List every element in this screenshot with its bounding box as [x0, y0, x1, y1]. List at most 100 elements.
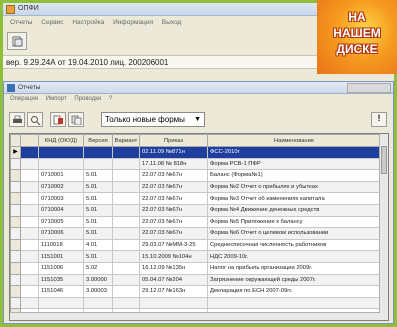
row-indicator[interactable]: [10, 157, 21, 171]
version-cell: 5.01: [83, 169, 113, 182]
row-indicator-header: [10, 134, 21, 147]
column-header-variant[interactable]: Вариант: [112, 134, 140, 147]
app-title: ОПФИ: [18, 5, 39, 12]
menu-postings[interactable]: Проводки: [74, 96, 101, 102]
table-row[interactable]: 0710004 5.01 22.07.03 №67н Форма №4 Движени…: [10, 203, 381, 217]
copy-icon: [71, 115, 82, 125]
variant-cell: [112, 273, 140, 287]
scrollbar-thumb[interactable]: [381, 146, 387, 174]
row-indicator[interactable]: [10, 169, 21, 182]
row-indicator[interactable]: [10, 273, 21, 287]
table-row[interactable]: 0710003 5.01 22.07.03 №67н Форма №3 Отчет о…: [10, 192, 381, 205]
document-icon: [12, 36, 23, 47]
row-indicator[interactable]: [10, 238, 21, 252]
reports-table: КНД (ОКУД) Версия Вариант Приказ Наимено…: [10, 134, 381, 320]
variant-cell: [112, 296, 140, 310]
promo-badge: НА НАШЕМ ДИСКЕ: [317, 0, 397, 74]
export-button[interactable]: [50, 112, 66, 127]
table-row[interactable]: 0710001 5.01 22.07.03 №67н Баланс (Форма№1): [10, 169, 381, 182]
knd-cell: 1151006: [38, 261, 84, 275]
version-cell: [83, 296, 113, 310]
name-cell: Форма №6 Отчет о целевом использовании: [207, 227, 381, 240]
version-cell: 5.01: [83, 250, 113, 263]
reports-grid[interactable]: КНД (ОКУД) Версия Вариант Приказ Наимено…: [9, 133, 389, 321]
knd-cell: [38, 146, 84, 159]
table-row[interactable]: [10, 296, 381, 310]
table-row[interactable]: 1151035 3.00000 05.04.07 №204 Загрязнение о…: [10, 273, 381, 287]
name-cell: Форма №2 Отчет о прибылях и убытках: [207, 180, 381, 194]
knd-cell: 1151046: [38, 285, 84, 298]
row-blank-cell: [20, 273, 39, 287]
row-indicator[interactable]: [10, 296, 21, 310]
column-header-version[interactable]: Версия: [83, 134, 113, 147]
variant-cell: [112, 285, 140, 298]
variant-cell: [112, 215, 140, 229]
row-blank-cell: [20, 238, 39, 252]
table-row[interactable]: 0710006 5.01 22.07.03 №67н Форма №6 Отчет о…: [10, 227, 381, 240]
variant-cell: [112, 169, 140, 182]
table-row[interactable]: ▶ 02.11.09 №871н ФСС-2010г: [10, 146, 381, 159]
menu-settings[interactable]: Настройка: [72, 19, 104, 26]
vertical-scrollbar[interactable]: [379, 134, 388, 320]
blank-header: [20, 134, 39, 147]
table-row[interactable]: 1151006 5.02 16.12.09 №135н Налог на прибыл…: [10, 261, 381, 275]
version-cell: 5.01: [83, 215, 113, 229]
menu-info[interactable]: Информация: [113, 19, 153, 26]
table-row[interactable]: 0710005 5.01 22.07.03 №67н Форма №5 Приложе…: [10, 215, 381, 229]
order-cell: 17.11.08 № 818н: [139, 157, 208, 171]
row-indicator[interactable]: [10, 261, 21, 275]
table-row[interactable]: 1151001 5.01 15.10.2009 №104н НДС 2009-10г.: [10, 250, 381, 263]
print-button[interactable]: [9, 112, 25, 127]
menu-service[interactable]: Сервис: [41, 19, 63, 26]
badge-line-2: НАШЕМ: [333, 26, 381, 40]
name-cell: [207, 296, 381, 310]
row-indicator[interactable]: [10, 285, 21, 298]
order-cell: 22.07.03 №67н: [139, 180, 208, 194]
menu-help[interactable]: ?: [109, 96, 112, 102]
badge-line-3: ДИСКЕ: [336, 42, 378, 56]
column-header-name[interactable]: Наименование: [207, 134, 381, 147]
row-indicator[interactable]: [10, 180, 21, 194]
row-indicator[interactable]: [10, 192, 21, 205]
row-blank-cell: [20, 227, 39, 240]
help-button[interactable]: !: [371, 112, 387, 127]
order-cell: 05.04.07 №204: [139, 273, 208, 287]
search-button[interactable]: [27, 112, 43, 127]
version-cell: 3.00003: [83, 285, 113, 298]
copy-button[interactable]: [68, 112, 84, 127]
table-row[interactable]: 0710002 5.01 22.07.03 №67н Форма №2 Отчет о…: [10, 180, 381, 194]
order-cell: 22.07.03 №67н: [139, 203, 208, 217]
menu-operations[interactable]: Операции: [10, 96, 38, 102]
column-header-knd[interactable]: КНД (ОКУД): [38, 134, 84, 147]
open-reports-button[interactable]: [7, 32, 27, 50]
row-indicator[interactable]: [10, 203, 21, 217]
table-row[interactable]: 17.11.08 № 818н Форма РСВ-1 ПФР: [10, 157, 381, 171]
menu-reports[interactable]: Отчеты: [10, 19, 32, 26]
row-blank-cell: [20, 285, 39, 298]
table-row[interactable]: 1110018 4.01 29.03.07 №ММ-3-25 Среднесписоч…: [10, 238, 381, 252]
search-icon: [31, 116, 41, 125]
menu-import[interactable]: Импорт: [46, 96, 67, 102]
horizontal-scrollbar[interactable]: [10, 312, 380, 320]
table-row[interactable]: 1151046 3.00003 29.12.07 №163н Декларация п…: [10, 285, 381, 298]
order-cell: 22.07.03 №67н: [139, 227, 208, 240]
version-cell: [83, 146, 113, 159]
row-blank-cell: [20, 296, 39, 310]
forms-filter-select[interactable]: Только новые формы ▼: [101, 112, 205, 127]
variant-cell: [112, 250, 140, 263]
menu-exit[interactable]: Выход: [162, 19, 181, 26]
order-cell: 29.03.07 №ММ-3-25: [139, 238, 208, 252]
row-indicator[interactable]: [10, 215, 21, 229]
knd-cell: 1151035: [38, 273, 84, 287]
variant-cell: [112, 261, 140, 275]
window-control-buttons[interactable]: [347, 83, 391, 93]
order-cell: 29.12.07 №163н: [139, 285, 208, 298]
row-indicator[interactable]: [10, 227, 21, 240]
row-indicator[interactable]: ▶: [10, 146, 21, 159]
row-indicator[interactable]: [10, 250, 21, 263]
variant-cell: [112, 238, 140, 252]
version-cell: 5.01: [83, 227, 113, 240]
column-header-order[interactable]: Приказ: [139, 134, 208, 147]
knd-cell: 0710006: [38, 227, 84, 240]
name-cell: Форма №5 Приложение к балансу: [207, 215, 381, 229]
